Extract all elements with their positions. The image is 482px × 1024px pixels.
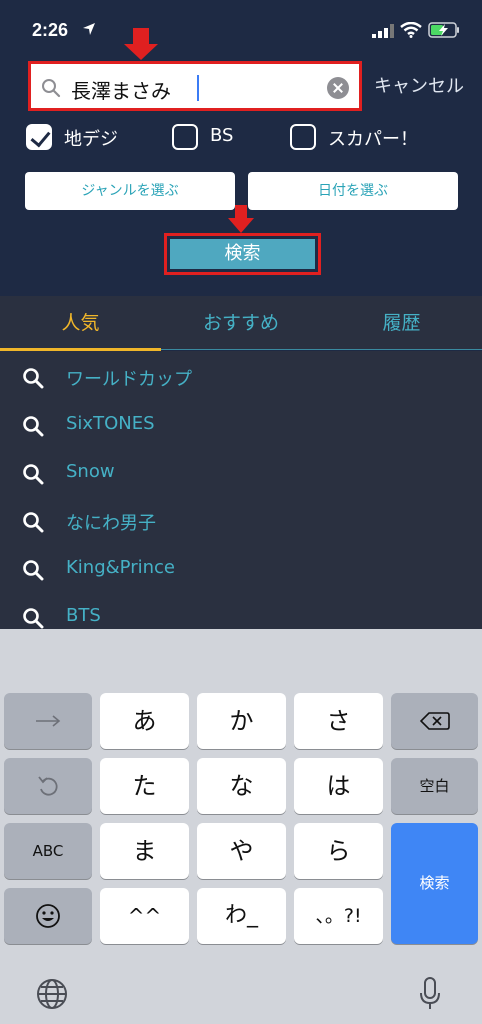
filter-bs[interactable]: BS xyxy=(172,124,272,152)
checkbox-unchecked-icon[interactable] xyxy=(172,124,198,150)
suggestion-text: SixTONES xyxy=(66,413,155,434)
status-time: 2:26 xyxy=(32,20,69,40)
key-label: や xyxy=(229,837,254,865)
search-icon xyxy=(23,368,44,389)
space-key[interactable]: 空白 xyxy=(391,758,478,814)
key-label: ^^ xyxy=(127,904,162,928)
filter-skyperfect[interactable]: スカパー！ xyxy=(290,124,440,152)
key-label: 、。?! xyxy=(315,905,362,927)
filter-label: 地デジ xyxy=(64,129,118,150)
kana-key-a[interactable]: あ xyxy=(100,693,189,749)
annotation-arrow-top xyxy=(124,28,158,62)
genre-button[interactable]: ジャンルを選ぶ xyxy=(25,172,235,210)
text-cursor xyxy=(197,75,199,101)
kana-key-ra[interactable]: ら xyxy=(294,823,383,879)
key-label: か xyxy=(229,707,254,735)
key-label: ま xyxy=(132,837,157,865)
suggestion-text: ワールドカップ xyxy=(66,369,192,390)
kana-key-kaomoji[interactable]: ^^ xyxy=(100,888,189,944)
search-icon xyxy=(23,512,44,533)
status-bar: 2:26 xyxy=(0,0,482,54)
search-icon xyxy=(23,416,44,437)
delete-key[interactable] xyxy=(391,693,478,749)
kana-key-sa[interactable]: さ xyxy=(294,693,383,749)
wifi-icon xyxy=(400,22,422,38)
arrow-right-icon xyxy=(36,715,61,727)
list-item[interactable]: Snow xyxy=(0,449,482,497)
key-label: ら xyxy=(326,837,351,865)
cellular-signal-icon xyxy=(372,24,394,38)
filter-label: スカパー！ xyxy=(328,129,418,150)
kana-key-punctuation[interactable]: 、。?! xyxy=(294,888,383,944)
kana-key-ka[interactable]: か xyxy=(197,693,286,749)
search-icon xyxy=(23,608,44,629)
list-item[interactable]: なにわ男子 xyxy=(0,497,482,545)
filter-terrestrial[interactable]: 地デジ xyxy=(26,124,146,152)
cancel-button[interactable]: キャンセル xyxy=(374,72,464,98)
key-label: わ_ xyxy=(224,903,258,928)
tab-recommended[interactable]: おすすめ xyxy=(161,296,321,350)
list-item[interactable]: BTS xyxy=(0,593,482,629)
emoji-key[interactable] xyxy=(4,888,92,944)
list-item[interactable]: ワールドカップ xyxy=(0,353,482,401)
suggestion-text: なにわ男子 xyxy=(66,513,156,534)
undo-icon xyxy=(38,776,58,796)
checkbox-unchecked-icon[interactable] xyxy=(290,124,316,150)
key-label: あ xyxy=(132,707,157,735)
annotation-arrow-bottom xyxy=(228,205,254,235)
key-label: は xyxy=(326,772,351,800)
checkbox-checked-icon[interactable] xyxy=(26,124,52,150)
filter-label: BS xyxy=(210,125,234,146)
globe-icon[interactable] xyxy=(36,978,68,1010)
suggestion-text: Snow xyxy=(66,461,115,482)
kana-key-ha[interactable]: は xyxy=(294,758,383,814)
tab-popular[interactable]: 人気 xyxy=(0,296,161,350)
abc-key[interactable]: ABC xyxy=(4,823,92,879)
emoji-icon xyxy=(36,904,60,928)
search-icon xyxy=(42,79,61,98)
search-button[interactable]: 検索 xyxy=(170,239,315,269)
search-query: 長澤まさみ xyxy=(71,79,171,103)
search-icon xyxy=(23,560,44,581)
key-label: さ xyxy=(326,707,351,735)
tab-divider xyxy=(161,349,482,350)
search-input[interactable]: 長澤まさみ xyxy=(35,68,355,104)
kana-key-ya[interactable]: や xyxy=(197,823,286,879)
undo-key[interactable] xyxy=(4,758,92,814)
search-highlight-box: 長澤まさみ xyxy=(28,61,362,111)
next-candidate-key[interactable] xyxy=(4,693,92,749)
key-label: な xyxy=(229,772,254,800)
kana-key-ta[interactable]: た xyxy=(100,758,189,814)
kana-key-ma[interactable]: ま xyxy=(100,823,189,879)
kana-key-na[interactable]: な xyxy=(197,758,286,814)
battery-charging-icon xyxy=(428,22,459,38)
search-button-highlight: 検索 xyxy=(164,233,321,275)
suggestion-text: King&Prince xyxy=(66,557,175,578)
date-button[interactable]: 日付を選ぶ xyxy=(248,172,458,210)
key-label: ABC xyxy=(32,842,64,860)
list-item[interactable]: SixTONES xyxy=(0,401,482,449)
tab-bar: 人気 おすすめ 履歴 xyxy=(0,296,482,350)
suggestion-list: ワールドカップ SixTONES Snow なにわ男子 King&Prince … xyxy=(0,351,482,629)
key-label: 検索 xyxy=(419,874,450,892)
location-arrow-icon xyxy=(83,23,95,35)
microphone-icon[interactable] xyxy=(418,976,442,1012)
backspace-icon xyxy=(419,712,450,730)
clear-icon[interactable] xyxy=(327,77,349,99)
search-enter-key[interactable]: 検索 xyxy=(391,823,478,944)
tab-history[interactable]: 履歴 xyxy=(321,296,482,350)
kana-key-wa[interactable]: わ_ xyxy=(197,888,286,944)
search-icon xyxy=(23,464,44,485)
key-label: た xyxy=(132,772,157,800)
suggestion-text: BTS xyxy=(66,605,101,626)
keyboard: あ か さ た な は 空白 ABC ま や ら 検索 ^^ わ_ 、。?! xyxy=(0,629,482,1024)
key-label: 空白 xyxy=(419,777,450,795)
list-item[interactable]: King&Prince xyxy=(0,545,482,593)
search-header: 2:26 長澤まさみ キャンセル 地デジ BS スカパー！ ジャンルを選ぶ 日付… xyxy=(0,0,482,296)
